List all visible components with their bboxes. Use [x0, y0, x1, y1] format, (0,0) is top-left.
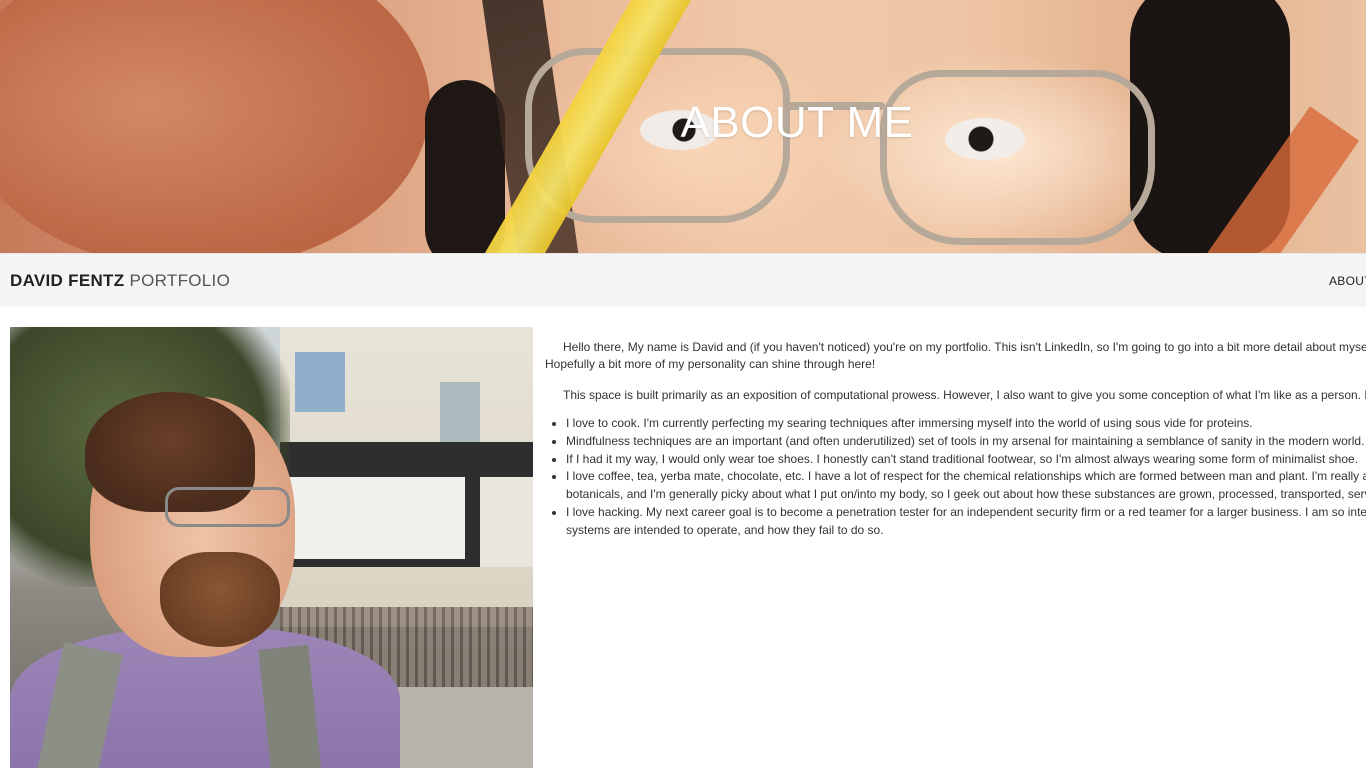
intro-line-2: Hopefully a bit more of my personality c… [545, 357, 876, 371]
list-item: If I had it my way, I would only wear to… [566, 451, 1366, 469]
photo-window [440, 382, 480, 442]
list-item-line: systems are intended to operate, and how… [566, 522, 884, 537]
photo-marquee-board [285, 477, 465, 559]
profile-photo [10, 327, 533, 768]
list-item: I love to cook. I'm currently perfecting… [566, 415, 1366, 433]
brand-link[interactable]: DAVID FENTZ PORTFOLIO [10, 271, 230, 291]
purpose-paragraph: This space is built primarily as an expo… [563, 388, 1366, 402]
brand-subtitle: PORTFOLIO [129, 271, 231, 290]
list-item: Mindfulness techniques are an important … [566, 433, 1366, 451]
photo-beard [160, 552, 280, 647]
hero-glasses-right-lens [880, 70, 1155, 245]
list-item: I love hacking. My next career goal is t… [566, 504, 1366, 540]
brand-name: DAVID FENTZ [10, 271, 125, 290]
photo-glasses [165, 487, 290, 527]
about-text: Hello there, My name is David and (if yo… [545, 339, 1366, 540]
interests-list: I love to cook. I'm currently perfecting… [545, 415, 1366, 540]
photo-marquee-board [480, 477, 533, 567]
list-item-line: I love hacking. My next career goal is t… [566, 504, 1366, 519]
list-item-line: I love coffee, tea, yerba mate, chocolat… [566, 469, 1366, 484]
list-item-line: botanicals, and I'm generally picky abou… [566, 487, 1366, 502]
nav-link-about[interactable]: ABOUT [1329, 274, 1366, 288]
page-title: ABOUT ME [680, 98, 914, 147]
list-item: I love coffee, tea, yerba mate, chocolat… [566, 468, 1366, 504]
navbar: DAVID FENTZ PORTFOLIO ABOUT [0, 253, 1366, 307]
hero-banner: ABOUT ME [0, 0, 1366, 253]
intro-line-1: Hello there, My name is David and (if yo… [563, 340, 1366, 354]
intro-paragraph: Hello there, My name is David and (if yo… [545, 339, 1366, 373]
photo-window [295, 352, 345, 412]
